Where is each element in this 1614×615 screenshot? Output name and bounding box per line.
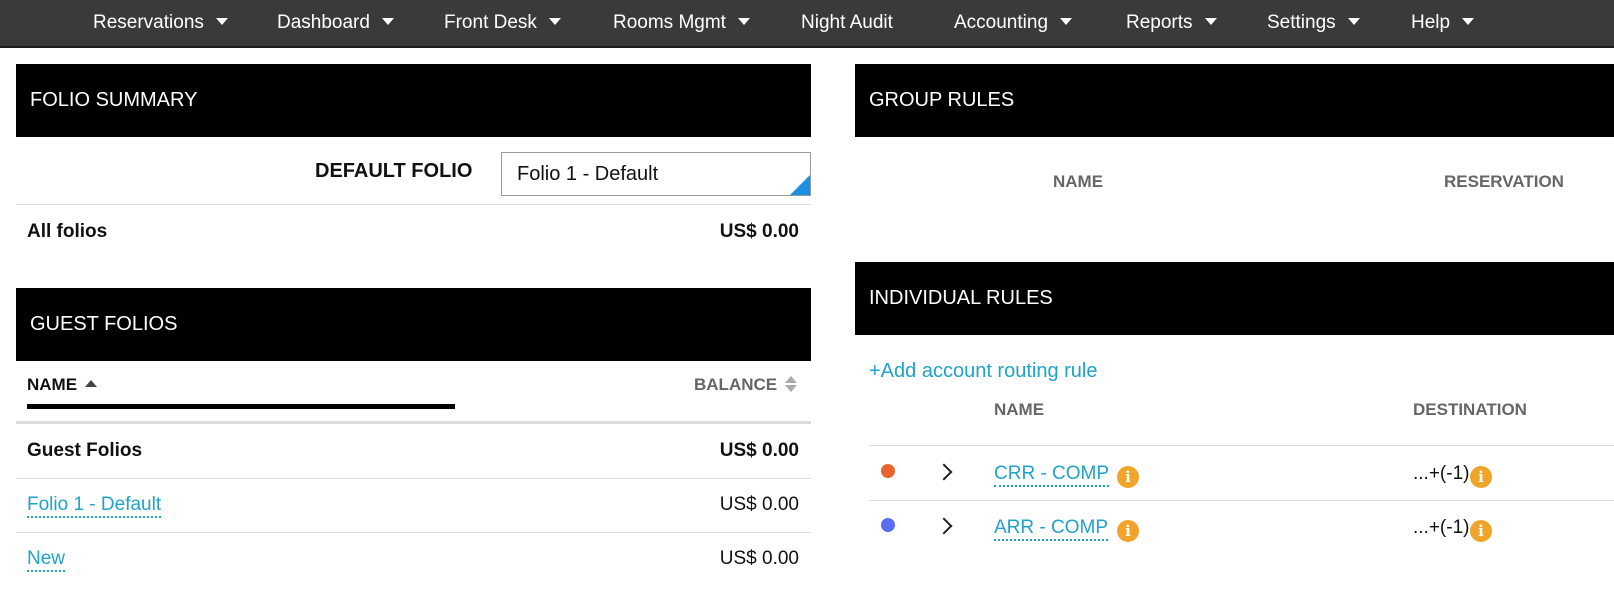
info-icon[interactable]: i: [1470, 520, 1492, 542]
nav-night-audit[interactable]: Night Audit: [801, 0, 893, 46]
chevron-down-icon: [1060, 18, 1073, 26]
group-col-reservation: RESERVATION: [1444, 172, 1564, 191]
chevron-down-icon: [1462, 18, 1475, 26]
nav-reservations[interactable]: Reservations: [93, 0, 228, 46]
nav-settings[interactable]: Settings: [1267, 0, 1360, 46]
divider: [16, 532, 811, 533]
rule-name: ARR - COMP: [994, 517, 1108, 541]
divider: [16, 204, 811, 205]
rule-link[interactable]: CRR - COMP: [994, 463, 1110, 487]
nav-rooms-mgmt[interactable]: Rooms Mgmt: [613, 0, 750, 46]
chevron-down-icon: [1347, 18, 1360, 26]
nav-front-desk[interactable]: Front Desk: [444, 0, 561, 46]
col-balance-sort[interactable]: BALANCE: [694, 375, 798, 395]
list-item: New: [27, 548, 66, 572]
guest-folios-group-amount: US$ 0.00: [719, 440, 799, 461]
nav-accounting[interactable]: Accounting: [954, 0, 1073, 46]
group-col-name: NAME: [1053, 172, 1104, 191]
info-icon[interactable]: i: [1117, 520, 1139, 542]
top-nav: Reservations Dashboard Front Desk Rooms …: [0, 0, 1614, 48]
status-dot-icon: [881, 464, 895, 478]
chevron-down-icon: [548, 18, 561, 26]
status-dot-icon: [881, 518, 895, 532]
folio-link[interactable]: Folio 1 - Default: [27, 494, 162, 518]
chevron-right-icon[interactable]: [935, 463, 953, 481]
info-icon[interactable]: i: [1117, 466, 1139, 488]
chevron-down-icon: [215, 18, 228, 26]
sort-icon: [785, 375, 798, 392]
add-routing-rule-link[interactable]: +Add account routing rule: [869, 360, 1098, 383]
rule-name: CRR - COMP: [994, 463, 1110, 487]
nav-reports[interactable]: Reports: [1126, 0, 1217, 46]
rules-col-destination: DESTINATION: [1413, 400, 1527, 419]
default-folio-label: DEFAULT FOLIO: [315, 160, 473, 182]
group-rules-title: GROUP RULES: [869, 89, 1015, 111]
all-folios-amount: US$ 0.00: [719, 221, 799, 242]
guest-folios-group-label: Guest Folios: [27, 440, 143, 461]
chevron-down-icon: [381, 18, 394, 26]
chevron-right-icon[interactable]: [935, 517, 953, 535]
folio-summary-title: FOLIO SUMMARY: [30, 89, 198, 111]
col-name-sort[interactable]: NAME: [27, 375, 98, 395]
divider: [869, 500, 1614, 501]
sort-ascending-icon: [85, 380, 98, 388]
divider: [869, 445, 1614, 446]
folio-link[interactable]: New: [27, 548, 66, 572]
default-folio-value: Folio 1 - Default: [517, 163, 659, 185]
list-item: Folio 1 - Default: [27, 494, 162, 518]
rules-col-name: NAME: [994, 400, 1045, 419]
divider: [16, 478, 811, 479]
group-rules-header: GROUP RULES: [855, 64, 1614, 137]
info-icon[interactable]: i: [1470, 466, 1492, 488]
folio-balance: US$ 0.00: [719, 548, 799, 569]
folio-balance: US$ 0.00: [719, 494, 799, 515]
nav-help[interactable]: Help: [1411, 0, 1475, 46]
all-folios-label: All folios: [27, 221, 108, 242]
chevron-down-icon: [1204, 18, 1217, 26]
guest-folios-title: GUEST FOLIOS: [30, 313, 178, 335]
individual-rules-title: INDIVIDUAL RULES: [869, 287, 1053, 309]
individual-rules-header: INDIVIDUAL RULES: [855, 262, 1614, 335]
guest-folios-header: GUEST FOLIOS: [16, 288, 811, 361]
default-folio-select[interactable]: Folio 1 - Default: [501, 152, 811, 196]
rule-link[interactable]: ARR - COMP: [994, 517, 1108, 541]
rule-destination: ...+(-1): [1413, 517, 1470, 538]
rule-destination: ...+(-1): [1413, 463, 1470, 484]
nav-dashboard[interactable]: Dashboard: [277, 0, 394, 46]
dropdown-corner-icon: [790, 175, 810, 195]
column-resize-bar: [27, 404, 455, 409]
divider: [16, 421, 811, 424]
chevron-down-icon: [737, 18, 750, 26]
folio-summary-header: FOLIO SUMMARY: [16, 64, 811, 137]
